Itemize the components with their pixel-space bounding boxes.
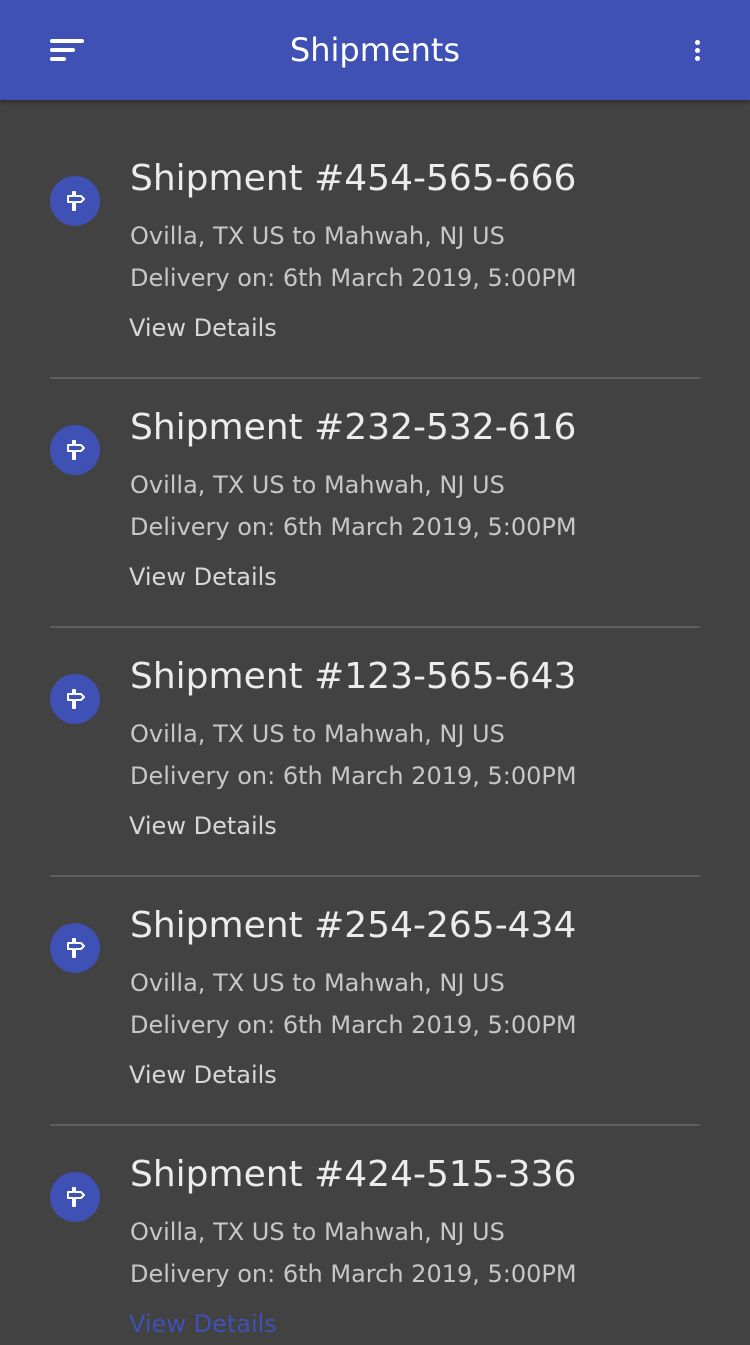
sort-menu-icon[interactable] — [40, 30, 92, 70]
shipment-route: Ovilla, TX US to Mahwah, NJ US — [130, 471, 505, 499]
signpost-icon — [50, 923, 100, 973]
view-details-link[interactable]: View Details — [129, 314, 277, 342]
view-details-link[interactable]: View Details — [129, 563, 277, 591]
shipment-list: Shipment #454-565-666 Ovilla, TX US to M… — [0, 100, 750, 1345]
app-bar: Shipments — [0, 0, 750, 100]
shipment-route: Ovilla, TX US to Mahwah, NJ US — [130, 1218, 505, 1246]
delivery-date: Delivery on: 6th March 2019, 5:00PM — [130, 1011, 577, 1039]
shipment-title: Shipment #232-532-616 — [130, 407, 577, 448]
signpost-icon — [50, 674, 100, 724]
list-item[interactable]: Shipment #232-532-616 Ovilla, TX US to M… — [0, 349, 750, 628]
signpost-icon — [50, 176, 100, 226]
shipment-route: Ovilla, TX US to Mahwah, NJ US — [130, 969, 505, 997]
view-details-link[interactable]: View Details — [129, 1061, 277, 1089]
shipment-route: Ovilla, TX US to Mahwah, NJ US — [130, 222, 505, 250]
more-vert-icon[interactable] — [680, 30, 716, 70]
view-details-link[interactable]: View Details — [129, 812, 277, 840]
list-item[interactable]: Shipment #123-565-643 Ovilla, TX US to M… — [0, 598, 750, 877]
shipment-title: Shipment #254-265-434 — [130, 905, 577, 946]
signpost-icon — [50, 1172, 100, 1222]
shipment-title: Shipment #454-565-666 — [130, 158, 577, 199]
delivery-date: Delivery on: 6th March 2019, 5:00PM — [130, 264, 577, 292]
delivery-date: Delivery on: 6th March 2019, 5:00PM — [130, 1260, 577, 1288]
shipment-route: Ovilla, TX US to Mahwah, NJ US — [130, 720, 505, 748]
delivery-date: Delivery on: 6th March 2019, 5:00PM — [130, 513, 577, 541]
shipment-title: Shipment #424-515-336 — [130, 1154, 577, 1195]
list-item[interactable]: Shipment #454-565-666 Ovilla, TX US to M… — [0, 100, 750, 379]
shipment-title: Shipment #123-565-643 — [130, 656, 577, 697]
list-item[interactable]: Shipment #254-265-434 Ovilla, TX US to M… — [0, 847, 750, 1126]
list-item[interactable]: Shipment #424-515-336 Ovilla, TX US to M… — [0, 1096, 750, 1345]
page-title: Shipments — [289, 31, 461, 69]
signpost-icon — [50, 425, 100, 475]
delivery-date: Delivery on: 6th March 2019, 5:00PM — [130, 762, 577, 790]
